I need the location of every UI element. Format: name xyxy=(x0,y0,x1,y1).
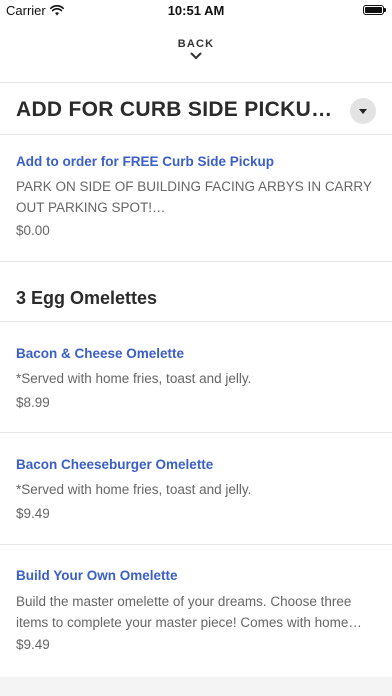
item-description: *Served with home fries, toast and jelly… xyxy=(16,371,252,386)
menu-item[interactable]: Bacon Cheeseburger Omelette *Served with… xyxy=(0,432,392,544)
item-price: $9.49 xyxy=(16,637,50,652)
item-description: *Served with home fries, toast and jelly… xyxy=(16,482,252,497)
menu-item[interactable]: Bacon & Cheese Omelette *Served with hom… xyxy=(0,321,392,432)
triangle-down-icon xyxy=(359,108,367,114)
item-price: $0.00 xyxy=(16,223,50,238)
battery-icon xyxy=(363,5,386,15)
item-name[interactable]: Bacon Cheeseburger Omelette xyxy=(16,457,213,472)
back-label: BACK xyxy=(177,38,215,50)
menu-item-curbside[interactable]: Add to order for FREE Curb Side Pickup P… xyxy=(0,134,392,261)
status-bar: Carrier 10:51 AM xyxy=(0,0,392,22)
category-dropdown-button[interactable] xyxy=(350,98,376,124)
status-time: 10:51 AM xyxy=(167,3,225,18)
item-description: Build the master omelette of your dreams… xyxy=(16,594,362,630)
item-price: $9.49 xyxy=(16,506,50,521)
section-title: 3 Egg Omelettes xyxy=(16,288,158,308)
item-name[interactable]: Add to order for FREE Curb Side Pickup xyxy=(16,154,274,169)
item-price: $8.99 xyxy=(16,395,50,410)
item-description: PARK ON SIDE OF BUILDING FACING ARBYS IN… xyxy=(16,179,372,215)
chevron-down-icon xyxy=(190,52,202,59)
item-name[interactable]: Bacon & Cheese Omelette xyxy=(16,346,184,361)
category-title: ADD FOR CURB SIDE PICKU… xyxy=(16,98,333,121)
category-selector[interactable]: ADD FOR CURB SIDE PICKU… xyxy=(0,83,392,135)
menu-item[interactable]: Build Your Own Omelette Build the master… xyxy=(0,544,392,677)
bottom-divider-band xyxy=(0,677,392,696)
item-name[interactable]: Build Your Own Omelette xyxy=(16,568,178,583)
divider xyxy=(0,261,392,262)
back-button[interactable]: BACK xyxy=(0,38,392,72)
